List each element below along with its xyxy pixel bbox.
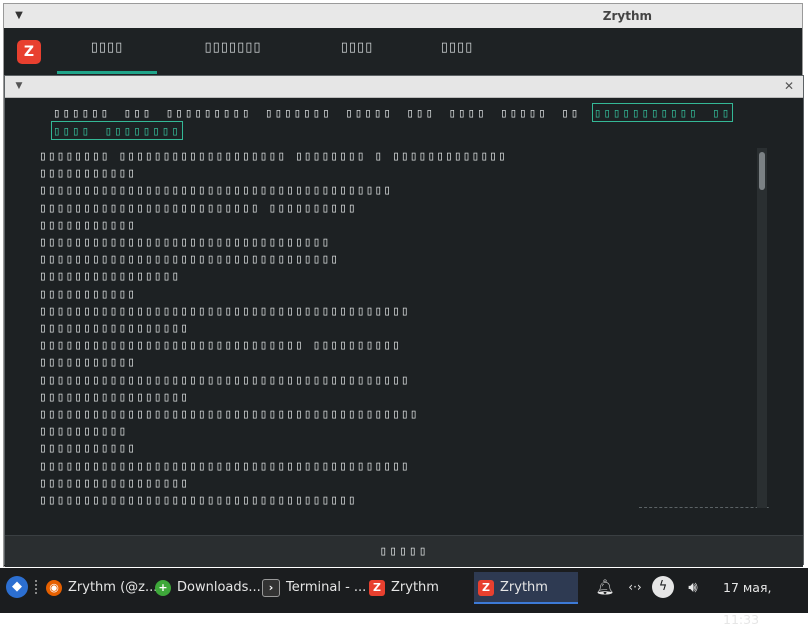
header-tab-2[interactable]: ▯▯▯▯▯▯▯ [172, 28, 294, 74]
taskbar-item-label: Downloads... [177, 580, 261, 595]
dialog-footer: ▯▯▯▯▯ [5, 535, 803, 567]
log-text: ▯▯▯▯▯▯▯▯ ▯▯▯▯▯▯▯▯▯▯▯▯▯▯▯▯▯▯▯ ▯▯▯▯▯▯▯▯ ▯ … [39, 149, 507, 508]
header-tab-label: ▯▯▯▯ [90, 40, 124, 55]
header-tab-4[interactable]: ▯▯▯▯ [422, 28, 492, 74]
power-icon[interactable]: ϟ [652, 576, 674, 598]
zrythm-logo-icon: Z [17, 40, 41, 64]
header-tab-label: ▯▯▯▯ [340, 40, 374, 55]
volume-icon[interactable]: 🔊︎ [682, 576, 704, 598]
log-scrollbar[interactable] [757, 148, 767, 508]
header-tab-label: ▯▯▯▯ [440, 40, 474, 55]
download-icon: + [155, 579, 171, 596]
log-text-view[interactable]: ▯▯▯▯▯▯▯▯ ▯▯▯▯▯▯▯▯▯▯▯▯▯▯▯▯▯▯▯ ▯▯▯▯▯▯▯▯ ▯ … [39, 148, 769, 508]
zrythm-icon: Z [369, 579, 385, 596]
taskbar-item-label: Zrythm [391, 580, 439, 595]
log-scrollbar-thumb[interactable] [759, 152, 765, 190]
taskbar-item-label: Zrythm (@z... [68, 580, 158, 595]
taskbar-item-zrythm-2[interactable]: Z Zrythm [474, 572, 578, 604]
network-arrows-icon[interactable]: ‹·› [624, 576, 646, 598]
dialog-titlebar[interactable]: ▼ ✕ [5, 76, 803, 98]
start-menu-icon[interactable]: ◆ [6, 576, 28, 598]
taskbar-item-label: Zrythm [500, 580, 548, 595]
window-title: Zrythm [602, 9, 652, 23]
taskbar-handle[interactable] [35, 580, 43, 594]
log-dialog: ▼ ✕ ▯▯▯▯▯▯ ▯▯▯ ▯▯▯▯▯▯▯▯▯ ▯▯▯▯▯▯▯ ▯▯▯▯▯ ▯… [4, 75, 804, 567]
dialog-heading: ▯▯▯▯▯▯ ▯▯▯ ▯▯▯▯▯▯▯▯▯ ▯▯▯▯▯▯▯ ▯▯▯▯▯ ▯▯▯ ▯… [50, 103, 763, 140]
zrythm-icon: Z [478, 579, 494, 596]
taskbar-item-downloads[interactable]: + Downloads... [155, 572, 261, 604]
footer-action-button[interactable]: ▯▯▯▯▯ [5, 536, 803, 567]
clock[interactable]: 17 мая, 11:33 [723, 572, 808, 627]
header-tab-3[interactable]: ▯▯▯▯ [322, 28, 392, 74]
taskbar-item-label: Terminal - ... [286, 580, 367, 595]
dialog-heading-text: ▯▯▯▯▯▯ ▯▯▯ ▯▯▯▯▯▯▯▯▯ ▯▯▯▯▯▯▯ ▯▯▯▯▯ ▯▯▯ ▯… [53, 105, 594, 120]
chevron-down-icon[interactable]: ▼ [11, 78, 27, 94]
firefox-icon: ◉ [46, 579, 62, 596]
header-tab-label: ▯▯▯▯▯▯▯ [204, 40, 262, 55]
active-tab-indicator [57, 71, 157, 74]
log-bottom-rule [639, 507, 769, 508]
close-icon[interactable]: ✕ [781, 78, 797, 94]
taskbar-item-zrythm-1[interactable]: Z Zrythm [369, 572, 469, 604]
header-tab-1[interactable]: ▯▯▯▯ [57, 28, 157, 74]
taskbar: ◆ ◉ Zrythm (@z... + Downloads... › Terminal… [0, 568, 808, 627]
taskbar-item-firefox[interactable]: ◉ Zrythm (@z... [46, 572, 157, 604]
app-header-bar: Z ▯▯▯▯ ▯▯▯▯▯▯▯ ▯▯▯▯ ▯▯▯▯ [4, 28, 802, 74]
terminal-icon: › [262, 578, 280, 597]
window-titlebar[interactable]: ▼ Zrythm [4, 4, 802, 29]
notification-bell-icon[interactable]: 🔔︎ [594, 576, 616, 598]
taskbar-item-terminal[interactable]: › Terminal - ... [262, 572, 367, 604]
